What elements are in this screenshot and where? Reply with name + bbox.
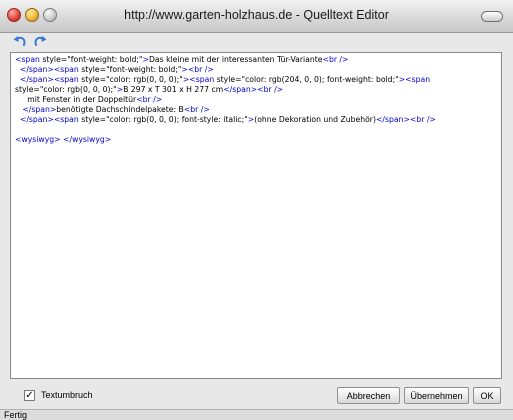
editor-window: http://www.garten-holzhaus.de - Quelltex… <box>0 0 513 420</box>
source-token-str: "font-weight: bold;" <box>106 65 182 74</box>
source-line <box>15 125 497 135</box>
editor-toolbar <box>0 34 513 50</box>
undo-arrow-icon[interactable] <box>12 34 28 50</box>
source-token-tag: <span <box>53 75 82 84</box>
source-token-tag: </span> <box>22 105 57 114</box>
source-token-tag: <span <box>53 115 82 124</box>
source-line: </span><span style="color: rgb(0, 0, 0);… <box>15 75 497 85</box>
source-token-tag: </span> <box>19 65 54 74</box>
toolbar-toggle-button[interactable] <box>481 11 503 22</box>
source-token-str: "color: rgb(204, 0, 0); font-weight: bol… <box>241 75 399 84</box>
source-token-str: "color: rgb(0, 0, 0);" <box>39 85 117 94</box>
source-token-attr: style= <box>81 115 107 124</box>
source-token-txt: (ohne Dekoration und Zubehör) <box>254 115 376 124</box>
source-token-txt: Das kleine mit der interessanten Tür-Var… <box>149 55 323 64</box>
source-token-tag: </wysiwyg> <box>63 135 112 144</box>
dialog-footer: ✓ Textumbruch Abbrechen Übernehmen OK <box>0 386 513 408</box>
source-line: <span style="font-weight: bold;">Das kle… <box>15 55 497 65</box>
status-text: Fertig <box>4 410 28 420</box>
source-token-tag: </span> <box>19 115 54 124</box>
source-line: </span>benötigte Dachschindelpakete: B<b… <box>15 105 497 115</box>
source-token-attr: style= <box>81 65 107 74</box>
source-line: style="color: rgb(0, 0, 0);">B 297 x T 3… <box>15 85 497 95</box>
redo-arrow-icon[interactable] <box>32 34 48 50</box>
source-line: </span><span style="color: rgb(0, 0, 0);… <box>15 115 497 125</box>
source-line: </span><span style="font-weight: bold;">… <box>15 65 497 75</box>
source-token-str: "color: rgb(0, 0, 0);" <box>106 75 183 84</box>
source-token-tag: <span <box>15 55 43 64</box>
source-token-tag: <br /> <box>183 105 210 114</box>
source-token-txt: benötigte Dachschindelpakete: B <box>56 105 184 114</box>
source-token-tag: <br /> <box>257 85 284 94</box>
ok-button[interactable]: OK <box>473 387 501 404</box>
source-token-attr: style= <box>216 75 242 84</box>
source-token-tag: <br /> <box>409 115 436 124</box>
source-token-tag: </span> <box>223 85 258 94</box>
source-token-tag: <br /> <box>136 95 163 104</box>
source-token-tag: </span> <box>375 115 410 124</box>
source-code-editor[interactable]: <span style="font-weight: bold;">Das kle… <box>10 52 502 379</box>
apply-button[interactable]: Übernehmen <box>404 387 469 404</box>
status-bar: Fertig <box>0 409 513 420</box>
source-token-str: "font-weight: bold;" <box>67 55 143 64</box>
cancel-button[interactable]: Abbrechen <box>337 387 400 404</box>
source-token-txt: mit Fenster in der Doppeltür <box>15 95 137 104</box>
source-token-txt: B 297 x T 301 x H 277 cm <box>123 85 224 94</box>
wrap-checkbox[interactable]: ✓ <box>24 390 35 401</box>
source-token-tag: <wysiwyg> <box>15 135 61 144</box>
source-line: mit Fenster in der Doppeltür<br /> <box>15 95 497 105</box>
source-token-attr: style= <box>15 85 40 94</box>
window-title: http://www.garten-holzhaus.de - Quelltex… <box>124 8 389 22</box>
source-token-tag: <span <box>405 75 431 84</box>
source-token-tag: <span <box>189 75 217 84</box>
source-line: <wysiwyg> </wysiwyg> <box>15 135 497 145</box>
source-token-tag: <br /> <box>322 55 349 64</box>
source-token-tag: </span> <box>19 75 54 84</box>
wrap-checkbox-label[interactable]: Textumbruch <box>41 390 93 400</box>
source-token-attr: style= <box>42 55 68 64</box>
source-token-attr: style= <box>81 75 107 84</box>
source-token-tag: <br /> <box>187 65 214 74</box>
title-bar[interactable]: http://www.garten-holzhaus.de - Quelltex… <box>0 0 513 33</box>
source-token-str: "color: rgb(0, 0, 0); font-style: italic… <box>106 115 248 124</box>
source-token-tag: <span <box>53 65 82 74</box>
